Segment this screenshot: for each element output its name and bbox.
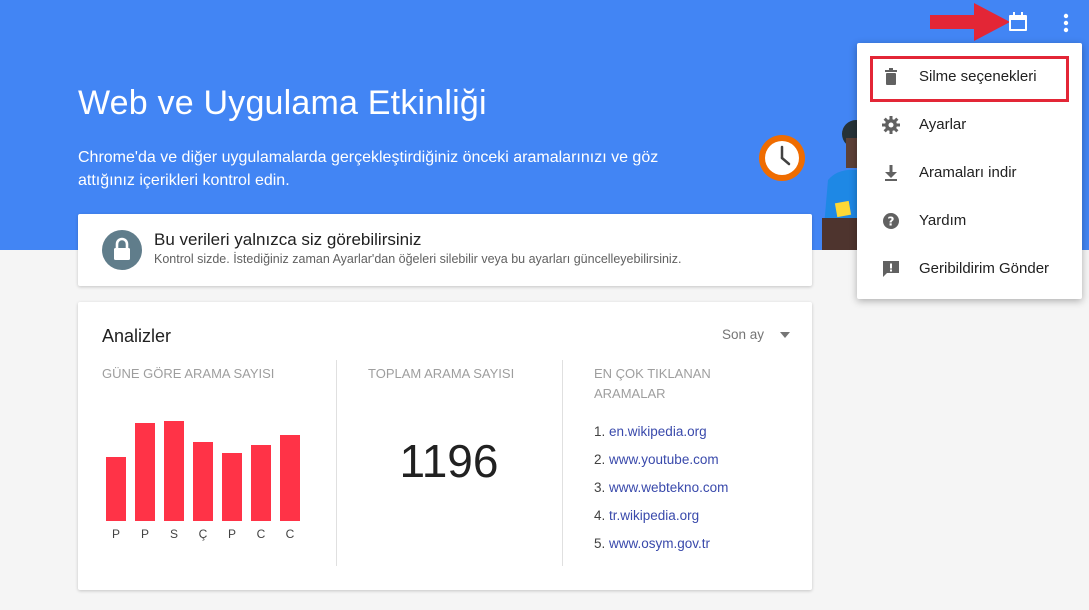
list-number: 5. [594,536,606,551]
chart-bar [193,442,213,521]
total-searches-heading: TOPLAM ARAMA SAYISI [368,366,515,381]
menu-item-help[interactable]: ? Yardım [857,197,1082,245]
chart-bar [280,435,300,521]
daily-searches-heading: GÜNE GÖRE ARAMA SAYISI [102,366,275,381]
bar-day-label: S [169,527,178,541]
bar-day-label: P [140,527,149,541]
bar-day-label: Ç [198,527,208,541]
analytics-title: Analizler [102,326,172,346]
site-link[interactable]: tr.wikipedia.org [609,508,699,523]
menu-item-label: Ayarlar [919,116,967,133]
annotation-arrow-icon [930,3,1010,41]
chart-bar [251,445,271,521]
bar-day-label: C [285,527,295,541]
menu-item-feedback[interactable]: Geribildirim Gönder [857,245,1082,293]
privacy-title: Bu verileri yalnızca siz görebilirsiniz [154,230,422,249]
top-searches-heading: EN ÇOK TIKLANAN ARAMALAR [594,364,711,404]
range-dropdown[interactable]: Son ay [722,326,790,346]
list-item: 2. www.youtube.com [594,452,728,480]
menu-item-settings[interactable]: Ayarlar [857,101,1082,149]
list-item: 3. www.webtekno.com [594,480,728,508]
person-illustration-icon [822,120,858,250]
options-menu: Silme seçenekleri Ayarlar Aramaları indi… [857,43,1082,299]
trash-icon [885,68,897,85]
bar-day-label: C [256,527,266,541]
list-item: 4. tr.wikipedia.org [594,508,728,536]
privacy-subtitle: Kontrol sizde. İstediğiniz zaman Ayarlar… [154,252,682,266]
chart-bar [164,421,184,521]
chart-bar [135,423,155,521]
menu-item-label: Yardım [919,212,967,229]
list-number: 4. [594,508,606,523]
top-searches-list: 1. en.wikipedia.org 2. www.youtube.com 3… [594,424,728,564]
bar-day-label: P [111,527,120,541]
total-searches-value: 1196 [399,435,499,487]
list-item: 1. en.wikipedia.org [594,424,728,452]
divider [336,360,337,566]
site-link[interactable]: en.wikipedia.org [609,424,707,439]
menu-item-delete-options[interactable]: Silme seçenekleri [857,53,1082,101]
bar-day-label: P [227,527,236,541]
feedback-icon [883,261,899,277]
more-options-icon[interactable] [1054,10,1078,36]
gear-icon [882,116,900,134]
analytics-card: Analizler Son ay GÜNE GÖRE ARAMA SAYISI … [78,302,812,590]
chevron-down-icon [780,332,790,338]
chart-bar [222,453,242,521]
list-item: 5. www.osym.gov.tr [594,536,728,564]
list-number: 2. [594,452,606,467]
list-number: 3. [594,480,606,495]
top-searches-heading-line1: EN ÇOK TIKLANAN [594,366,711,381]
site-link[interactable]: www.osym.gov.tr [609,536,710,551]
menu-item-label: Aramaları indir [919,164,1017,181]
lock-icon [114,237,130,260]
list-number: 1. [594,424,606,439]
help-icon: ? [883,213,899,229]
menu-item-download[interactable]: Aramaları indir [857,149,1082,197]
page-description: Chrome'da ve diğer uygulamalarda gerçekl… [78,149,659,189]
top-searches-heading-line2: ARAMALAR [594,386,666,401]
range-label: Son ay [722,327,765,342]
divider [562,360,563,566]
svg-text:?: ? [888,215,895,229]
page-title: Web ve Uygulama Etkinliği [78,84,487,122]
lock-badge [102,230,142,270]
menu-item-label: Geribildirim Gönder [919,260,1050,277]
download-icon [885,165,897,181]
chart-bar [106,457,126,521]
privacy-card: Bu verileri yalnızca siz görebilirsiniz … [78,214,812,286]
menu-item-label: Silme seçenekleri [919,68,1037,85]
clock-illustration-icon [759,135,805,181]
site-link[interactable]: www.youtube.com [609,452,719,467]
daily-bar-chart: PPSÇPCC [106,402,306,541]
site-link[interactable]: www.webtekno.com [609,480,728,495]
calendar-icon[interactable] [1006,10,1030,34]
